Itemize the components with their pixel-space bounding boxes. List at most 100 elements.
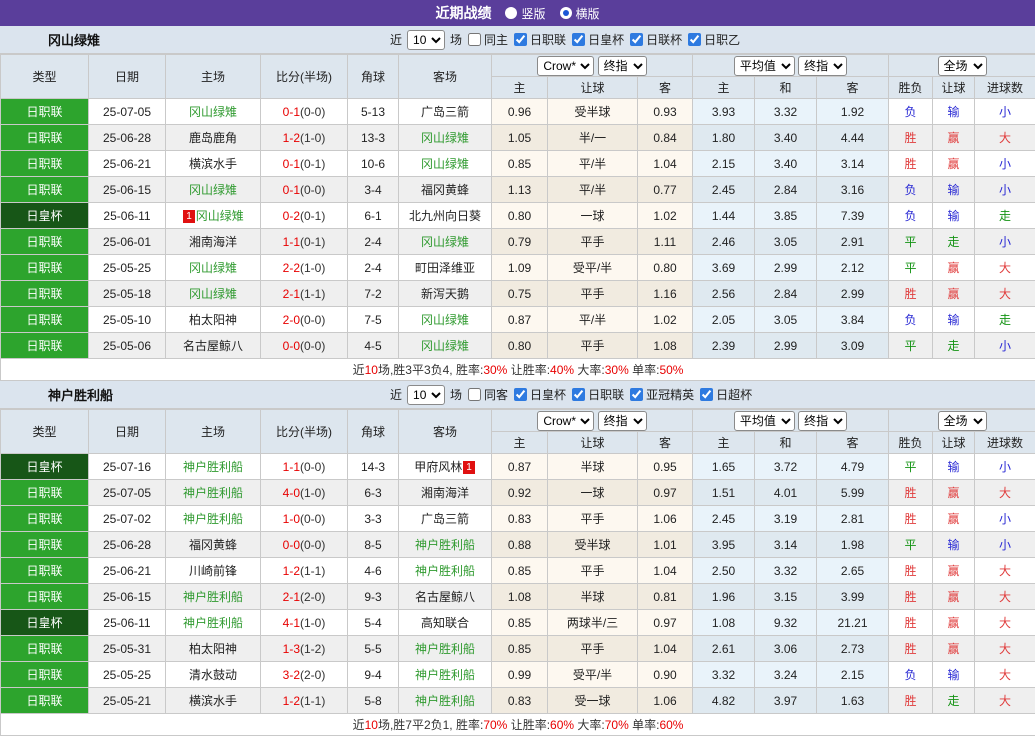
avg-home: 3.93	[693, 99, 755, 125]
league-checkbox-3[interactable]	[630, 388, 643, 401]
corner-stat: 2-4	[348, 255, 399, 281]
near-label: 近	[390, 386, 402, 403]
fulltime-score: 2-2	[283, 261, 300, 275]
team-name: 川崎前锋	[189, 564, 237, 578]
handicap-line: 半球	[548, 454, 638, 480]
average-select[interactable]: 平均值	[734, 56, 795, 76]
odds-away: 0.90	[638, 662, 693, 688]
match-type: 日职联	[1, 333, 89, 359]
average-select[interactable]: 平均值	[734, 411, 795, 431]
vertical-layout-label: 竖版	[521, 5, 545, 22]
summary-value: 40%	[550, 363, 574, 377]
scope-select[interactable]: 全场	[938, 56, 987, 76]
match-type: 日皇杯	[1, 203, 89, 229]
same-venue-checkbox[interactable]	[468, 388, 481, 401]
team-name: 冈山绿雉	[189, 105, 237, 119]
result-handicap: 走	[933, 333, 975, 359]
final-odds-select-2[interactable]: 终指	[798, 56, 847, 76]
score: 0-0(0-0)	[261, 333, 348, 359]
final-odds-select-2[interactable]: 终指	[798, 411, 847, 431]
score: 1-1(0-0)	[261, 454, 348, 480]
league-checkbox-1[interactable]	[514, 388, 527, 401]
league-label-4: 日职乙	[704, 31, 740, 48]
away-team: 冈山绿雉	[399, 333, 492, 359]
fulltime-score: 4-0	[283, 486, 300, 500]
avg-away: 4.44	[817, 125, 889, 151]
radio-selected-icon[interactable]	[560, 7, 572, 19]
team-name: 柏太阳神	[189, 313, 237, 327]
league-checkbox-2[interactable]	[572, 33, 585, 46]
team-name: 神户胜利船	[415, 642, 475, 656]
odds-home: 0.80	[492, 333, 548, 359]
result-outcome: 胜	[889, 558, 933, 584]
sub-result: 胜负	[889, 432, 933, 454]
final-odds-select-1[interactable]: 终指	[598, 411, 647, 431]
result-goals: 小	[975, 333, 1035, 359]
team-name: 湘南海洋	[421, 486, 469, 500]
match-type: 日皇杯	[1, 454, 89, 480]
avg-away: 2.99	[817, 281, 889, 307]
match-row: 日职联25-06-28鹿岛鹿角1-2(1-0)13-3冈山绿雉1.05半/一0.…	[1, 125, 1035, 151]
avg-away: 2.65	[817, 558, 889, 584]
score: 4-1(1-0)	[261, 610, 348, 636]
team-name-heading: 冈山绿雉	[48, 30, 100, 49]
avg-home: 2.46	[693, 229, 755, 255]
team-name: 神户胜利船	[415, 694, 475, 708]
halftime-score: (1-0)	[300, 131, 325, 145]
recent-count-select[interactable]: 10	[407, 385, 445, 405]
odds-away: 0.84	[638, 125, 693, 151]
final-odds-select-1[interactable]: 终指	[598, 56, 647, 76]
match-type: 日职联	[1, 99, 89, 125]
col-score: 比分(半场)	[261, 410, 348, 454]
bookmaker-select[interactable]: Crow*	[537, 411, 594, 431]
horizontal-layout-radio[interactable]: 横版	[560, 5, 600, 22]
vertical-layout-radio[interactable]: 竖版	[505, 5, 545, 22]
odds-home: 0.85	[492, 151, 548, 177]
result-outcome: 胜	[889, 281, 933, 307]
match-type: 日职联	[1, 506, 89, 532]
team-name: 柏太阳神	[189, 642, 237, 656]
match-date: 25-05-25	[89, 255, 166, 281]
league-checkbox-4[interactable]	[700, 388, 713, 401]
avg-away: 21.21	[817, 610, 889, 636]
league-checkbox-2[interactable]	[572, 388, 585, 401]
halftime-score: (0-0)	[300, 538, 325, 552]
match-type: 日职联	[1, 636, 89, 662]
scope-select[interactable]: 全场	[938, 411, 987, 431]
summary-row: 近10场,胜7平2负1, 胜率:70% 让胜率:60% 大率:70% 单率:60…	[1, 714, 1035, 736]
radio-icon[interactable]	[505, 7, 517, 19]
league-checkbox-1[interactable]	[514, 33, 527, 46]
bookmaker-select[interactable]: Crow*	[537, 56, 594, 76]
league-checkbox-3[interactable]	[630, 33, 643, 46]
match-date: 25-06-15	[89, 177, 166, 203]
match-row: 日职联25-05-06名古屋鲸八0-0(0-0)4-5冈山绿雉0.80平手1.0…	[1, 333, 1035, 359]
result-outcome: 胜	[889, 688, 933, 714]
recent-count-select[interactable]: 10	[407, 30, 445, 50]
match-date: 25-06-15	[89, 584, 166, 610]
avg-home: 3.32	[693, 662, 755, 688]
score: 2-2(1-0)	[261, 255, 348, 281]
match-row: 日职联25-05-18冈山绿雉2-1(1-1)7-2新泻天鹅0.75平手1.16…	[1, 281, 1035, 307]
league-checkbox-4[interactable]	[688, 33, 701, 46]
result-handicap: 输	[933, 99, 975, 125]
halftime-score: (1-1)	[300, 694, 325, 708]
col-away: 客场	[399, 410, 492, 454]
avg-draw: 4.01	[755, 480, 817, 506]
home-team: 福冈黄蜂	[166, 532, 261, 558]
sub-home-odds: 主	[492, 77, 548, 99]
odds-home: 0.85	[492, 558, 548, 584]
avg-home: 2.61	[693, 636, 755, 662]
same-venue-checkbox[interactable]	[468, 33, 481, 46]
fulltime-score: 2-0	[283, 313, 300, 327]
match-row: 日职联25-06-28福冈黄蜂0-0(0-0)8-5神户胜利船0.88受半球1.…	[1, 532, 1035, 558]
odds-away: 1.11	[638, 229, 693, 255]
result-goals: 小	[975, 99, 1035, 125]
filter-bar: 近 10 场 同主 日职联 日皇杯 日联杯 日职乙	[390, 26, 740, 53]
odds-home: 0.79	[492, 229, 548, 255]
red-card-badge: 1	[183, 210, 195, 223]
match-type: 日职联	[1, 688, 89, 714]
match-row: 日职联25-06-21川崎前锋1-2(1-1)4-6神户胜利船0.85平手1.0…	[1, 558, 1035, 584]
odds-away: 1.02	[638, 203, 693, 229]
result-outcome: 平	[889, 229, 933, 255]
odds-away: 1.04	[638, 636, 693, 662]
